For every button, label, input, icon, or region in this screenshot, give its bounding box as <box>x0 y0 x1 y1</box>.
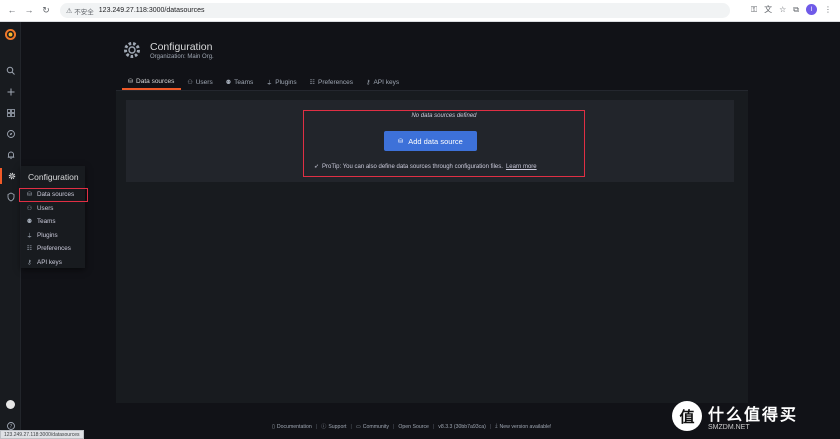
browser-actions: ⚿ 文 ☆ ⧉ I ⋮ <box>751 4 832 15</box>
tab-plugins[interactable]: ⏚ Plugins <box>260 74 303 90</box>
users-icon: ⚉ <box>225 79 232 86</box>
reload-icon[interactable]: ↻ <box>40 5 52 17</box>
sliders-icon: ☷ <box>309 79 315 86</box>
footer-separator: | <box>489 423 492 430</box>
user-avatar[interactable] <box>0 396 21 412</box>
flyout-item-plugins[interactable]: ⏚ Plugins <box>21 229 85 243</box>
watermark-en: SMZDM.NET <box>708 424 750 431</box>
page-subtitle: Organization: Main Org. <box>150 54 214 60</box>
flyout-title[interactable]: Configuration <box>21 166 85 188</box>
profile-avatar[interactable]: I <box>806 4 817 15</box>
status-url-tooltip: 123.249.27.118:3000/datasources <box>0 430 84 439</box>
search-icon[interactable] <box>0 63 21 79</box>
tab-data-sources[interactable]: ⛁ Data sources <box>122 74 182 90</box>
key-icon[interactable]: ⚿ <box>751 5 757 15</box>
flyout-item-users[interactable]: ⚇ Users <box>21 202 85 216</box>
rocket-icon: ➶ <box>314 164 320 170</box>
tab-divider <box>116 90 748 91</box>
key-icon: ⚷ <box>27 259 32 266</box>
plug-icon: ⏚ <box>266 80 273 87</box>
extensions-icon[interactable]: ⧉ <box>793 5 799 15</box>
footer-separator: | <box>393 423 395 430</box>
footer-separator: | <box>432 423 435 430</box>
star-icon[interactable]: ☆ <box>779 5 786 14</box>
tab-preferences[interactable]: ☷ Preferences <box>304 74 360 90</box>
flyout-item-api-keys[interactable]: ⚷ API keys <box>21 256 85 270</box>
user-icon: ⚇ <box>26 205 33 212</box>
cog-icon <box>122 40 142 60</box>
footer: ▯ Documentation | ⓘ Support | ▭ Community |… <box>272 423 551 430</box>
comments-icon: ▭ <box>355 423 361 430</box>
plus-icon[interactable] <box>0 84 21 100</box>
forward-icon[interactable]: → <box>23 5 35 17</box>
flyout-item-label: Teams <box>37 218 56 226</box>
sidemenu: ? <box>0 22 21 439</box>
footer-version[interactable]: v8.3.3 (30bb7a93ca) <box>438 424 486 430</box>
flyout-item-label: Preferences <box>37 245 71 253</box>
watermark: 值 什么值得买 SMZDM.NET <box>672 396 834 436</box>
footer-new-version-link[interactable]: ⤓ New version available! <box>495 423 551 430</box>
database-icon: ⛁ <box>128 78 134 85</box>
footer-separator: | <box>350 423 352 430</box>
database-icon: ⛁ <box>26 192 33 199</box>
flyout-item-label: Data sources <box>37 191 75 199</box>
tab-api-keys[interactable]: ⚷ API keys <box>360 74 406 90</box>
sliders-icon: ☷ <box>26 246 33 253</box>
flyout-item-label: API keys <box>37 258 62 266</box>
key-icon: ⚷ <box>366 79 371 86</box>
avatar-circle <box>6 399 15 409</box>
footer-community-link[interactable]: ▭ Community <box>356 424 389 430</box>
learn-more-link[interactable]: Learn more <box>506 164 537 170</box>
user-icon: ⚇ <box>187 79 193 86</box>
back-icon[interactable]: ← <box>6 5 18 17</box>
security-warning[interactable]: ⚠ 不安全 <box>66 6 94 16</box>
watermark-cn: 什么值得买 <box>708 407 799 424</box>
watermark-text: 什么值得买 SMZDM.NET <box>708 401 798 431</box>
flyout-item-teams[interactable]: ⚉ Teams <box>21 215 85 229</box>
shield-icon[interactable] <box>0 189 21 205</box>
download-icon: ⤓ <box>495 423 498 429</box>
tab-teams[interactable]: ⚉ Teams <box>220 74 261 90</box>
url-text: 123.249.27.118:3000/datasources <box>98 7 205 14</box>
empty-state-title: No data sources defined <box>411 113 477 119</box>
bell-icon[interactable] <box>0 147 21 163</box>
footer-open-source-link[interactable]: Open Source <box>398 424 429 430</box>
more-icon[interactable]: ⋮ <box>824 5 832 14</box>
dashboards-icon[interactable] <box>0 105 21 121</box>
footer-support-link[interactable]: ⓘ Support <box>321 423 346 431</box>
tab-bar: ⛁ Data sources ⚇ Users ⚉ Teams ⏚ Plugins… <box>122 74 406 90</box>
footer-separator: | <box>315 423 318 430</box>
address-bar[interactable]: ⚠ 不安全 123.249.27.118:3000/datasources <box>60 3 730 18</box>
document-icon: ▯ <box>272 423 275 430</box>
warning-icon: ⚠ <box>66 7 73 15</box>
translate-icon[interactable]: 文 <box>764 4 772 15</box>
tab-users[interactable]: ⚇ Users <box>181 74 219 90</box>
watermark-logo: 值 <box>672 401 702 431</box>
footer-documentation-link[interactable]: ▯ Documentation <box>272 424 312 430</box>
flyout-item-label: Plugins <box>37 231 58 239</box>
protip: ➶ ProTip: You can also define data sourc… <box>314 163 537 171</box>
grafana-logo-icon[interactable] <box>0 26 21 42</box>
flyout-item-label: Users <box>37 204 54 212</box>
page-title: Configuration <box>150 41 213 53</box>
protip-text: ProTip: You can also define data sources… <box>322 163 503 170</box>
flyout-item-data-sources[interactable]: ⛁ Data sources <box>19 188 88 202</box>
add-data-source-button[interactable]: ⛁ Add data source <box>384 131 477 151</box>
users-icon: ⚉ <box>26 219 33 226</box>
flyout-item-preferences[interactable]: ☷ Preferences <box>21 242 85 256</box>
cog-icon[interactable] <box>0 168 21 184</box>
database-icon: ⛁ <box>398 138 404 145</box>
plug-icon: ⏚ <box>26 233 33 240</box>
configuration-flyout: Configuration ⛁ Data sources ⚇ Users ⚉ T… <box>19 166 88 270</box>
question-icon: ⓘ <box>321 424 327 430</box>
browser-toolbar: ← → ↻ ⚠ 不安全 123.249.27.118:3000/datasourc… <box>0 0 840 22</box>
compass-icon[interactable] <box>0 126 21 142</box>
